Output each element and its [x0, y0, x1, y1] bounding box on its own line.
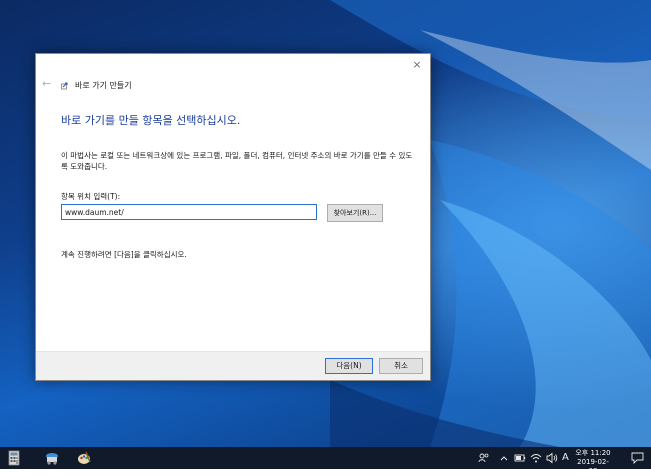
create-shortcut-dialog: × ← 바로 가기 만들기 바로 가기를 만들 항목을 선택하십시오. 이 마법… [35, 53, 431, 381]
clock-time: 오후 11:20 [575, 449, 611, 457]
location-label: 항목 위치 입력(T): [61, 192, 121, 201]
notification-icon[interactable] [631, 452, 644, 464]
paint-icon[interactable] [76, 450, 92, 466]
chevron-up-icon[interactable] [499, 453, 509, 463]
shortcut-wizard-icon [61, 82, 68, 90]
taskbar: A 오후 11:20 2019-02-08 [0, 447, 651, 475]
back-arrow-icon: ← [42, 77, 52, 90]
battery-icon[interactable] [514, 453, 526, 463]
system-clock[interactable]: 오후 11:20 2019-02-08 [573, 449, 613, 476]
people-icon[interactable] [478, 452, 490, 464]
close-button[interactable]: × [410, 58, 424, 72]
location-input[interactable] [61, 204, 317, 220]
clock-date: 2019-02-08 [577, 458, 609, 475]
volume-icon[interactable] [546, 452, 558, 464]
network-tools-icon[interactable] [44, 450, 60, 466]
dialog-footer: 다음(N) 취소 [36, 351, 430, 380]
next-button[interactable]: 다음(N) [325, 358, 373, 374]
continue-instruction: 계속 진행하려면 [다음]을 클릭하십시오. [61, 250, 187, 259]
wizard-description: 이 마법사는 로컬 또는 네트워크상에 있는 프로그램, 파일, 폴더, 컴퓨터… [61, 151, 413, 171]
wifi-icon[interactable] [530, 452, 542, 464]
window-title: 바로 가기 만들기 [75, 81, 132, 90]
ime-indicator[interactable]: A [562, 451, 569, 465]
back-button[interactable]: ← [42, 78, 54, 90]
close-icon: × [412, 58, 422, 71]
cancel-button[interactable]: 취소 [379, 358, 423, 374]
browse-button[interactable]: 찾아보기(R)... [327, 204, 383, 222]
calculator-icon[interactable] [6, 450, 22, 466]
wizard-heading: 바로 가기를 만들 항목을 선택하십시오. [61, 114, 241, 127]
